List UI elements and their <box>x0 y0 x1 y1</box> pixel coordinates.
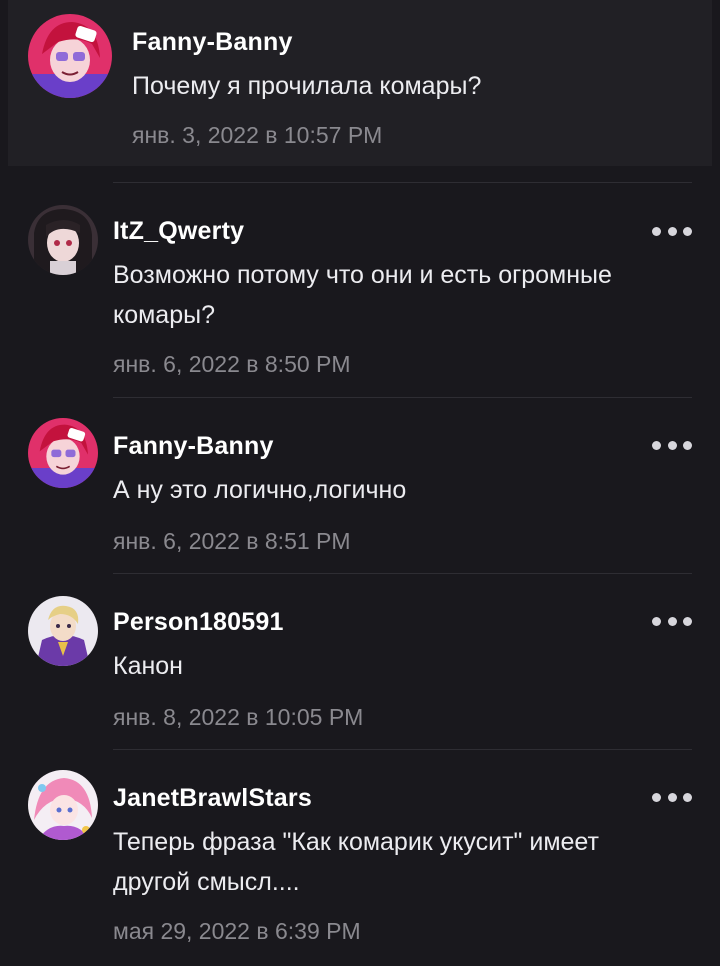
dot-icon <box>683 792 692 802</box>
anime-girl-red-hair-avatar-icon <box>28 14 112 98</box>
anime-girl-red-hair-avatar-icon <box>28 418 98 488</box>
comment-author[interactable]: Fanny-Banny <box>113 432 274 461</box>
dot-icon <box>667 792 677 802</box>
dot-icon <box>683 616 692 626</box>
root-comment: Fanny-Banny Почему я прочилала комары? я… <box>8 0 712 166</box>
comment-author[interactable]: ItZ_Qwerty <box>113 217 244 246</box>
anime-character-purple-suit-avatar-icon <box>28 596 98 666</box>
dot-icon <box>652 226 661 236</box>
dot-icon <box>652 440 661 450</box>
reply-comment: ItZ_Qwerty Возможно потому что они и ест… <box>0 183 720 397</box>
dot-icon <box>667 226 677 236</box>
comment-timestamp: янв. 6, 2022 в 8:51 PM <box>113 528 351 554</box>
comment-timestamp: мая 29, 2022 в 6:39 PM <box>113 918 361 944</box>
reply-comment: JanetBrawlStars Теперь фраза "Как комари… <box>0 750 720 966</box>
comment-text: Возможно потому что они и есть огромные … <box>113 261 612 329</box>
dot-icon <box>652 616 661 626</box>
comment-text: Теперь фраза "Как комарик укусит" имеет … <box>113 828 599 896</box>
avatar[interactable] <box>28 14 112 98</box>
comment-text: Канон <box>113 652 183 680</box>
dot-icon <box>683 440 692 450</box>
more-options-button[interactable] <box>652 224 692 238</box>
more-options-button[interactable] <box>652 790 692 804</box>
comment-author[interactable]: JanetBrawlStars <box>113 784 312 813</box>
avatar[interactable] <box>28 205 98 275</box>
comment-author[interactable]: Person180591 <box>113 608 284 637</box>
anime-girl-dark-hair-avatar-icon <box>28 205 98 275</box>
reply-comment: Person180591 Канон янв. 8, 2022 в 10:05 … <box>0 574 720 749</box>
dot-icon <box>683 226 692 236</box>
comment-author[interactable]: Fanny-Banny <box>132 28 293 57</box>
reply-comment: Fanny-Banny А ну это логично,логично янв… <box>0 398 720 573</box>
avatar[interactable] <box>28 770 98 840</box>
avatar[interactable] <box>28 596 98 666</box>
anime-girl-pink-hair-avatar-icon <box>28 770 98 840</box>
comment-text: Почему я прочилала комары? <box>132 72 482 100</box>
dot-icon <box>652 792 661 802</box>
comment-thread: Fanny-Banny Почему я прочилала комары? я… <box>0 0 720 966</box>
comment-text: А ну это логично,логично <box>113 476 407 504</box>
comment-timestamp: янв. 8, 2022 в 10:05 PM <box>113 704 364 730</box>
comment-timestamp: янв. 3, 2022 в 10:57 PM <box>132 122 383 148</box>
avatar[interactable] <box>28 418 98 488</box>
comment-timestamp: янв. 6, 2022 в 8:50 PM <box>113 351 351 377</box>
more-options-button[interactable] <box>652 438 692 452</box>
dot-icon <box>667 616 677 626</box>
more-options-button[interactable] <box>652 614 692 628</box>
dot-icon <box>667 440 677 450</box>
